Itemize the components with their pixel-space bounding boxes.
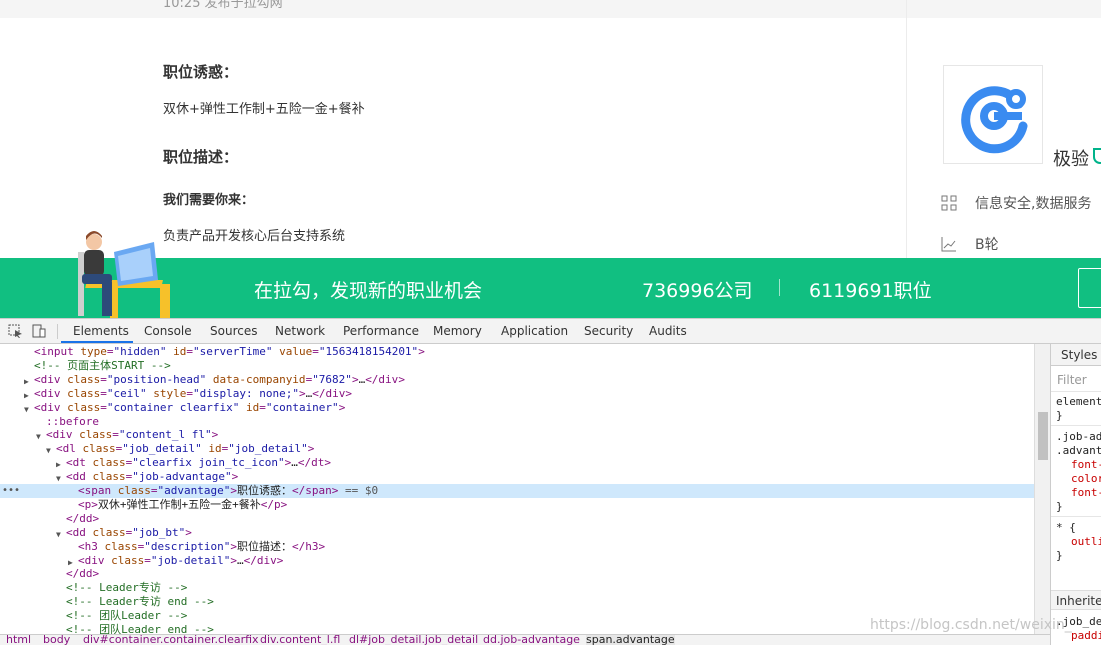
dom-node-row[interactable]: ▶ <div class="position-head" data-company… [0, 373, 1034, 387]
dom-node-row[interactable]: <input type="hidden" id="serverTime" val… [0, 345, 1034, 359]
banner-divider [779, 279, 780, 296]
styles-filter-input[interactable]: Filter [1057, 373, 1087, 387]
style-rule-line: .advant [1056, 444, 1101, 457]
publish-bar: 10:25 发布于拉勾网 [0, 0, 906, 18]
company-stage: B轮 [975, 237, 999, 253]
devtools-tabbar: Elements Console Sources Network Perform… [0, 319, 1101, 344]
scrollbar-thumb[interactable] [1038, 412, 1048, 460]
crumb-job-detail[interactable]: dl#job_detail.job_detail [349, 635, 478, 645]
requirement-text: 负责产品开发核心后台支持系统 [163, 229, 346, 244]
geetest-logo-icon [961, 86, 1028, 154]
dom-node-row[interactable]: ▼ <div class="container clearfix" id="con… [0, 401, 1034, 415]
devtools-panel: Elements Console Sources Network Perform… [0, 318, 1101, 645]
position-count: 6119691职位 [809, 280, 932, 302]
elements-scrollbar[interactable] [1034, 344, 1050, 634]
inspect-element-icon[interactable] [8, 324, 23, 338]
dom-node-row[interactable]: ▼ <dd class="job_bt"> [0, 526, 1034, 540]
style-rule-line: * { [1056, 521, 1076, 534]
style-property[interactable]: outli [1071, 535, 1101, 548]
dom-node-row[interactable]: <p>双休+弹性工作制+五险一金+餐补</p> [0, 498, 1034, 512]
device-toggle-icon[interactable] [32, 324, 47, 338]
description-title: 职位描述： [163, 148, 239, 166]
dom-node-row[interactable]: ▼ <div class="content_l fl"> [0, 428, 1034, 442]
style-property[interactable]: paddi [1071, 629, 1101, 642]
dom-node-row[interactable]: </dd> [0, 512, 1034, 526]
grid-icon [941, 195, 957, 211]
dom-node-row[interactable]: ▶ <dt class="clearfix join_tc_icon">…</dt… [0, 456, 1034, 470]
tab-application[interactable]: Application [501, 324, 568, 338]
dom-node-row[interactable]: ▶ <div class="ceil" style="display: none;… [0, 387, 1034, 401]
crumb-html[interactable]: html [6, 635, 31, 645]
dom-breadcrumb: html body div#container.container.clearf… [0, 634, 1050, 645]
crumb-body[interactable]: body [43, 635, 70, 645]
active-tab-indicator [61, 341, 133, 343]
tab-audits[interactable]: Audits [649, 324, 687, 338]
dom-node-row[interactable]: <!-- 页面主体START --> [0, 359, 1034, 373]
tab-network[interactable]: Network [275, 324, 325, 338]
dom-node-row[interactable]: ▶ <div class="job-detail">…</div> [0, 554, 1034, 568]
dom-node-row[interactable]: ▼ <dd class="job-advantage"> [0, 470, 1034, 484]
banner-action-button[interactable] [1078, 268, 1101, 308]
web-page: 10:25 发布于拉勾网 职位诱惑： 双休+弹性工作制+五险一金+餐补 职位描述… [0, 0, 1101, 318]
crumb-job-advantage[interactable]: dd.job-advantage [483, 635, 580, 645]
crumb-content[interactable]: div.content_l.fl [260, 635, 340, 645]
tab-memory[interactable]: Memory [433, 324, 482, 338]
requirement-title: 我们需要你来： [163, 193, 255, 208]
style-rule-line: } [1056, 500, 1063, 513]
elements-tree[interactable]: <input type="hidden" id="serverTime" val… [0, 344, 1034, 634]
person-at-desk-illustration [78, 231, 170, 318]
company-logo[interactable] [943, 65, 1043, 164]
dom-node-row[interactable]: ▼ <dl class="job_detail" id="job_detail"> [0, 442, 1034, 456]
style-rule-line: .job-ad [1056, 430, 1101, 443]
style-property[interactable]: font- [1071, 486, 1101, 499]
trend-chart-icon [941, 236, 957, 252]
company-field: 信息安全,数据服务 [975, 196, 1092, 212]
style-rule-line: } [1056, 549, 1063, 562]
dom-node-row[interactable]: <!-- Leader专访 --> [0, 581, 1034, 595]
tab-elements[interactable]: Elements [73, 324, 129, 338]
style-rule-line: } [1056, 409, 1063, 422]
crumb-advantage[interactable]: span.advantage [586, 635, 675, 645]
company-field-row: 信息安全,数据服务 [941, 193, 1091, 213]
inherited-header: Inherited [1051, 590, 1101, 610]
dom-node-row[interactable]: </dd> [0, 567, 1034, 581]
company-name[interactable]: 极验 [1053, 145, 1089, 171]
company-count: 736996公司 [642, 280, 753, 302]
tab-sources[interactable]: Sources [210, 324, 257, 338]
style-rule-line: element [1056, 395, 1101, 408]
dom-node-row[interactable]: <!-- Leader专访 end --> [0, 595, 1034, 609]
company-stage-row: B轮 [941, 234, 999, 254]
selected-node-row[interactable]: ••• <span class="advantage">职位诱惑：</span> … [0, 484, 1034, 498]
style-property[interactable]: color [1071, 472, 1101, 485]
tab-performance[interactable]: Performance [343, 324, 419, 338]
crumb-container[interactable]: div#container.container.clearfix [83, 635, 259, 645]
publish-time: 10:25 发布于拉勾网 [163, 0, 283, 11]
tab-security[interactable]: Security [584, 324, 633, 338]
tab-console[interactable]: Console [144, 324, 192, 338]
advantage-text: 双休+弹性工作制+五险一金+餐补 [163, 102, 365, 117]
banner-slogan: 在拉勾，发现新的职业机会 [254, 280, 483, 302]
more-options-icon[interactable]: ••• [2, 484, 20, 498]
verified-icon [1093, 148, 1101, 164]
dom-node-row[interactable]: ::before [0, 415, 1034, 429]
watermark: https://blog.csdn.net/weixin_ [870, 617, 1072, 633]
advantage-title: 职位诱惑： [163, 63, 239, 81]
dom-node-row[interactable]: <h3 class="description">职位描述：</h3> [0, 540, 1034, 554]
styles-tab[interactable]: Styles [1051, 344, 1101, 366]
styles-pane: Styles Filter element } .job-ad .advant … [1050, 344, 1101, 645]
style-property[interactable]: font- [1071, 458, 1101, 471]
